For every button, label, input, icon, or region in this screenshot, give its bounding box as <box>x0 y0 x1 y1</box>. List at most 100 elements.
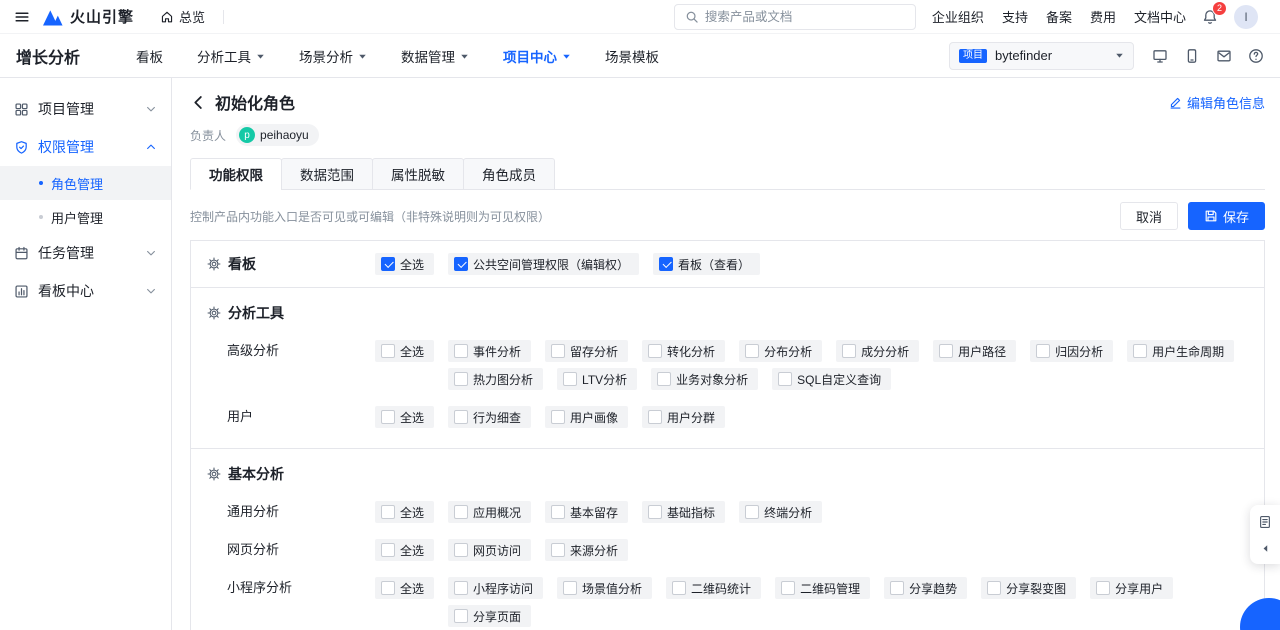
overview-link[interactable]: 总览 <box>160 7 205 26</box>
checkbox-unchecked <box>781 581 795 595</box>
mobile-icon[interactable] <box>1184 48 1200 64</box>
sidebar-item-label: 项目管理 <box>38 99 94 119</box>
permission-sections: 看板全选公共空间管理权限（编辑权）看板（查看）分析工具高级分析全选事件分析留存分… <box>190 240 1265 630</box>
permission-option-终端分析[interactable]: 终端分析 <box>739 501 822 523</box>
tab-数据范围[interactable]: 数据范围 <box>281 158 373 190</box>
permission-option-看板（查看）[interactable]: 看板（查看） <box>653 253 760 275</box>
overview-label: 总览 <box>179 7 205 26</box>
tab-功能权限[interactable]: 功能权限 <box>190 158 282 190</box>
checkbox-label: 分享页面 <box>473 608 521 625</box>
permission-option-网页访问[interactable]: 网页访问 <box>448 539 531 561</box>
permission-option-全选[interactable]: 全选 <box>375 501 434 523</box>
topbar-link-费用[interactable]: 费用 <box>1090 7 1116 26</box>
sidebar-item-任务管理[interactable]: 任务管理 <box>0 234 171 272</box>
permission-option-公共空间管理权限（编辑权）[interactable]: 公共空间管理权限（编辑权） <box>448 253 639 275</box>
save-label: 保存 <box>1223 207 1249 226</box>
sidebar-item-label: 看板中心 <box>38 281 94 301</box>
permission-option-分享裂变图[interactable]: 分享裂变图 <box>981 577 1076 599</box>
display-icon[interactable] <box>1152 48 1168 64</box>
permission-option-二维码管理[interactable]: 二维码管理 <box>775 577 870 599</box>
permission-option-用户路径[interactable]: 用户路径 <box>933 340 1016 362</box>
mail-icon[interactable] <box>1216 48 1232 64</box>
topbar-link-文档中心[interactable]: 文档中心 <box>1134 7 1186 26</box>
permission-option-全选[interactable]: 全选 <box>375 253 434 275</box>
chevron-down-icon <box>145 285 157 297</box>
permission-option-基础指标[interactable]: 基础指标 <box>642 501 725 523</box>
sidebar-item-项目管理[interactable]: 项目管理 <box>0 90 171 128</box>
permission-option-用户分群[interactable]: 用户分群 <box>642 406 725 428</box>
permission-option-分享页面[interactable]: 分享页面 <box>448 605 531 627</box>
permission-option-用户生命周期[interactable]: 用户生命周期 <box>1127 340 1234 362</box>
checkbox-label: 行为细查 <box>473 409 521 426</box>
permission-option-全选[interactable]: 全选 <box>375 340 434 362</box>
global-search-box[interactable] <box>674 4 916 30</box>
checkbox-label: 二维码管理 <box>800 580 860 597</box>
topbar-link-企业组织[interactable]: 企业组织 <box>932 7 984 26</box>
permission-option-LTV分析[interactable]: LTV分析 <box>557 368 637 390</box>
checkbox-unchecked <box>551 505 565 519</box>
permission-option-场景值分析[interactable]: 场景值分析 <box>557 577 652 599</box>
permission-option-分享用户[interactable]: 分享用户 <box>1090 577 1173 599</box>
gear-icon <box>207 467 221 481</box>
permission-option-归因分析[interactable]: 归因分析 <box>1030 340 1113 362</box>
section-title: 分析工具 <box>207 302 1248 324</box>
permission-option-热力图分析[interactable]: 热力图分析 <box>448 368 543 390</box>
project-selector[interactable]: 项目 bytefinder <box>949 42 1134 70</box>
permission-option-应用概况[interactable]: 应用概况 <box>448 501 531 523</box>
tab-角色成员[interactable]: 角色成员 <box>463 158 555 190</box>
permission-options: 应用概况基本留存基础指标终端分析 <box>448 501 1248 523</box>
project-name: bytefinder <box>995 48 1107 63</box>
topbar-link-备案[interactable]: 备案 <box>1046 7 1072 26</box>
sidebar-subitem-用户管理[interactable]: 用户管理 <box>0 200 171 234</box>
nav-menu-场景模板[interactable]: 场景模板 <box>605 46 659 66</box>
checkbox-unchecked <box>454 543 468 557</box>
collapse-left-icon[interactable] <box>1260 543 1271 554</box>
checkbox-unchecked <box>563 581 577 595</box>
sidebar-item-label: 权限管理 <box>38 137 94 157</box>
sidebar-subitem-角色管理[interactable]: 角色管理 <box>0 166 171 200</box>
owner-chip: p peihaoyu <box>236 124 319 146</box>
nav-menu-看板[interactable]: 看板 <box>136 46 163 66</box>
nav-menu-数据管理[interactable]: 数据管理 <box>401 46 469 66</box>
volcano-engine-logo[interactable]: 火山引擎 <box>42 6 134 27</box>
nav-menu-项目中心[interactable]: 项目中心 <box>503 46 571 66</box>
checkbox-unchecked <box>454 410 468 424</box>
nav-menu-场景分析[interactable]: 场景分析 <box>299 46 367 66</box>
section-title-text: 分析工具 <box>228 303 284 323</box>
owner-label: 负责人 <box>190 127 226 144</box>
sidebar-item-权限管理[interactable]: 权限管理 <box>0 128 171 166</box>
permission-option-二维码统计[interactable]: 二维码统计 <box>666 577 761 599</box>
sidebar-item-看板中心[interactable]: 看板中心 <box>0 272 171 310</box>
permission-option-分享趋势[interactable]: 分享趋势 <box>884 577 967 599</box>
search-input[interactable] <box>705 10 905 24</box>
permission-option-转化分析[interactable]: 转化分析 <box>642 340 725 362</box>
permission-option-SQL自定义查询[interactable]: SQL自定义查询 <box>772 368 891 390</box>
user-avatar[interactable]: I <box>1234 5 1258 29</box>
permission-option-全选[interactable]: 全选 <box>375 577 434 599</box>
permission-option-行为细查[interactable]: 行为细查 <box>448 406 531 428</box>
permission-option-来源分析[interactable]: 来源分析 <box>545 539 628 561</box>
hamburger-menu-button[interactable] <box>10 5 34 29</box>
project-badge: 项目 <box>959 49 987 63</box>
edit-role-link[interactable]: 编辑角色信息 <box>1169 93 1265 112</box>
feedback-doc-icon[interactable] <box>1258 515 1272 529</box>
topbar-link-支持[interactable]: 支持 <box>1002 7 1028 26</box>
save-button[interactable]: 保存 <box>1188 202 1265 230</box>
permission-option-小程序访问[interactable]: 小程序访问 <box>448 577 543 599</box>
cancel-button[interactable]: 取消 <box>1120 202 1178 230</box>
permission-option-基本留存[interactable]: 基本留存 <box>545 501 628 523</box>
product-name[interactable]: 增长分析 <box>16 44 80 68</box>
nav-menu-分析工具[interactable]: 分析工具 <box>197 46 265 66</box>
permission-option-成分分析[interactable]: 成分分析 <box>836 340 919 362</box>
permission-option-全选[interactable]: 全选 <box>375 406 434 428</box>
help-icon[interactable] <box>1248 48 1264 64</box>
tab-属性脱敏[interactable]: 属性脱敏 <box>372 158 464 190</box>
notifications-button[interactable]: 2 <box>1202 9 1218 25</box>
permission-option-业务对象分析[interactable]: 业务对象分析 <box>651 368 758 390</box>
permission-option-用户画像[interactable]: 用户画像 <box>545 406 628 428</box>
permission-option-事件分析[interactable]: 事件分析 <box>448 340 531 362</box>
permission-option-全选[interactable]: 全选 <box>375 539 434 561</box>
permission-option-留存分析[interactable]: 留存分析 <box>545 340 628 362</box>
permission-option-分布分析[interactable]: 分布分析 <box>739 340 822 362</box>
back-button[interactable] <box>190 94 207 111</box>
